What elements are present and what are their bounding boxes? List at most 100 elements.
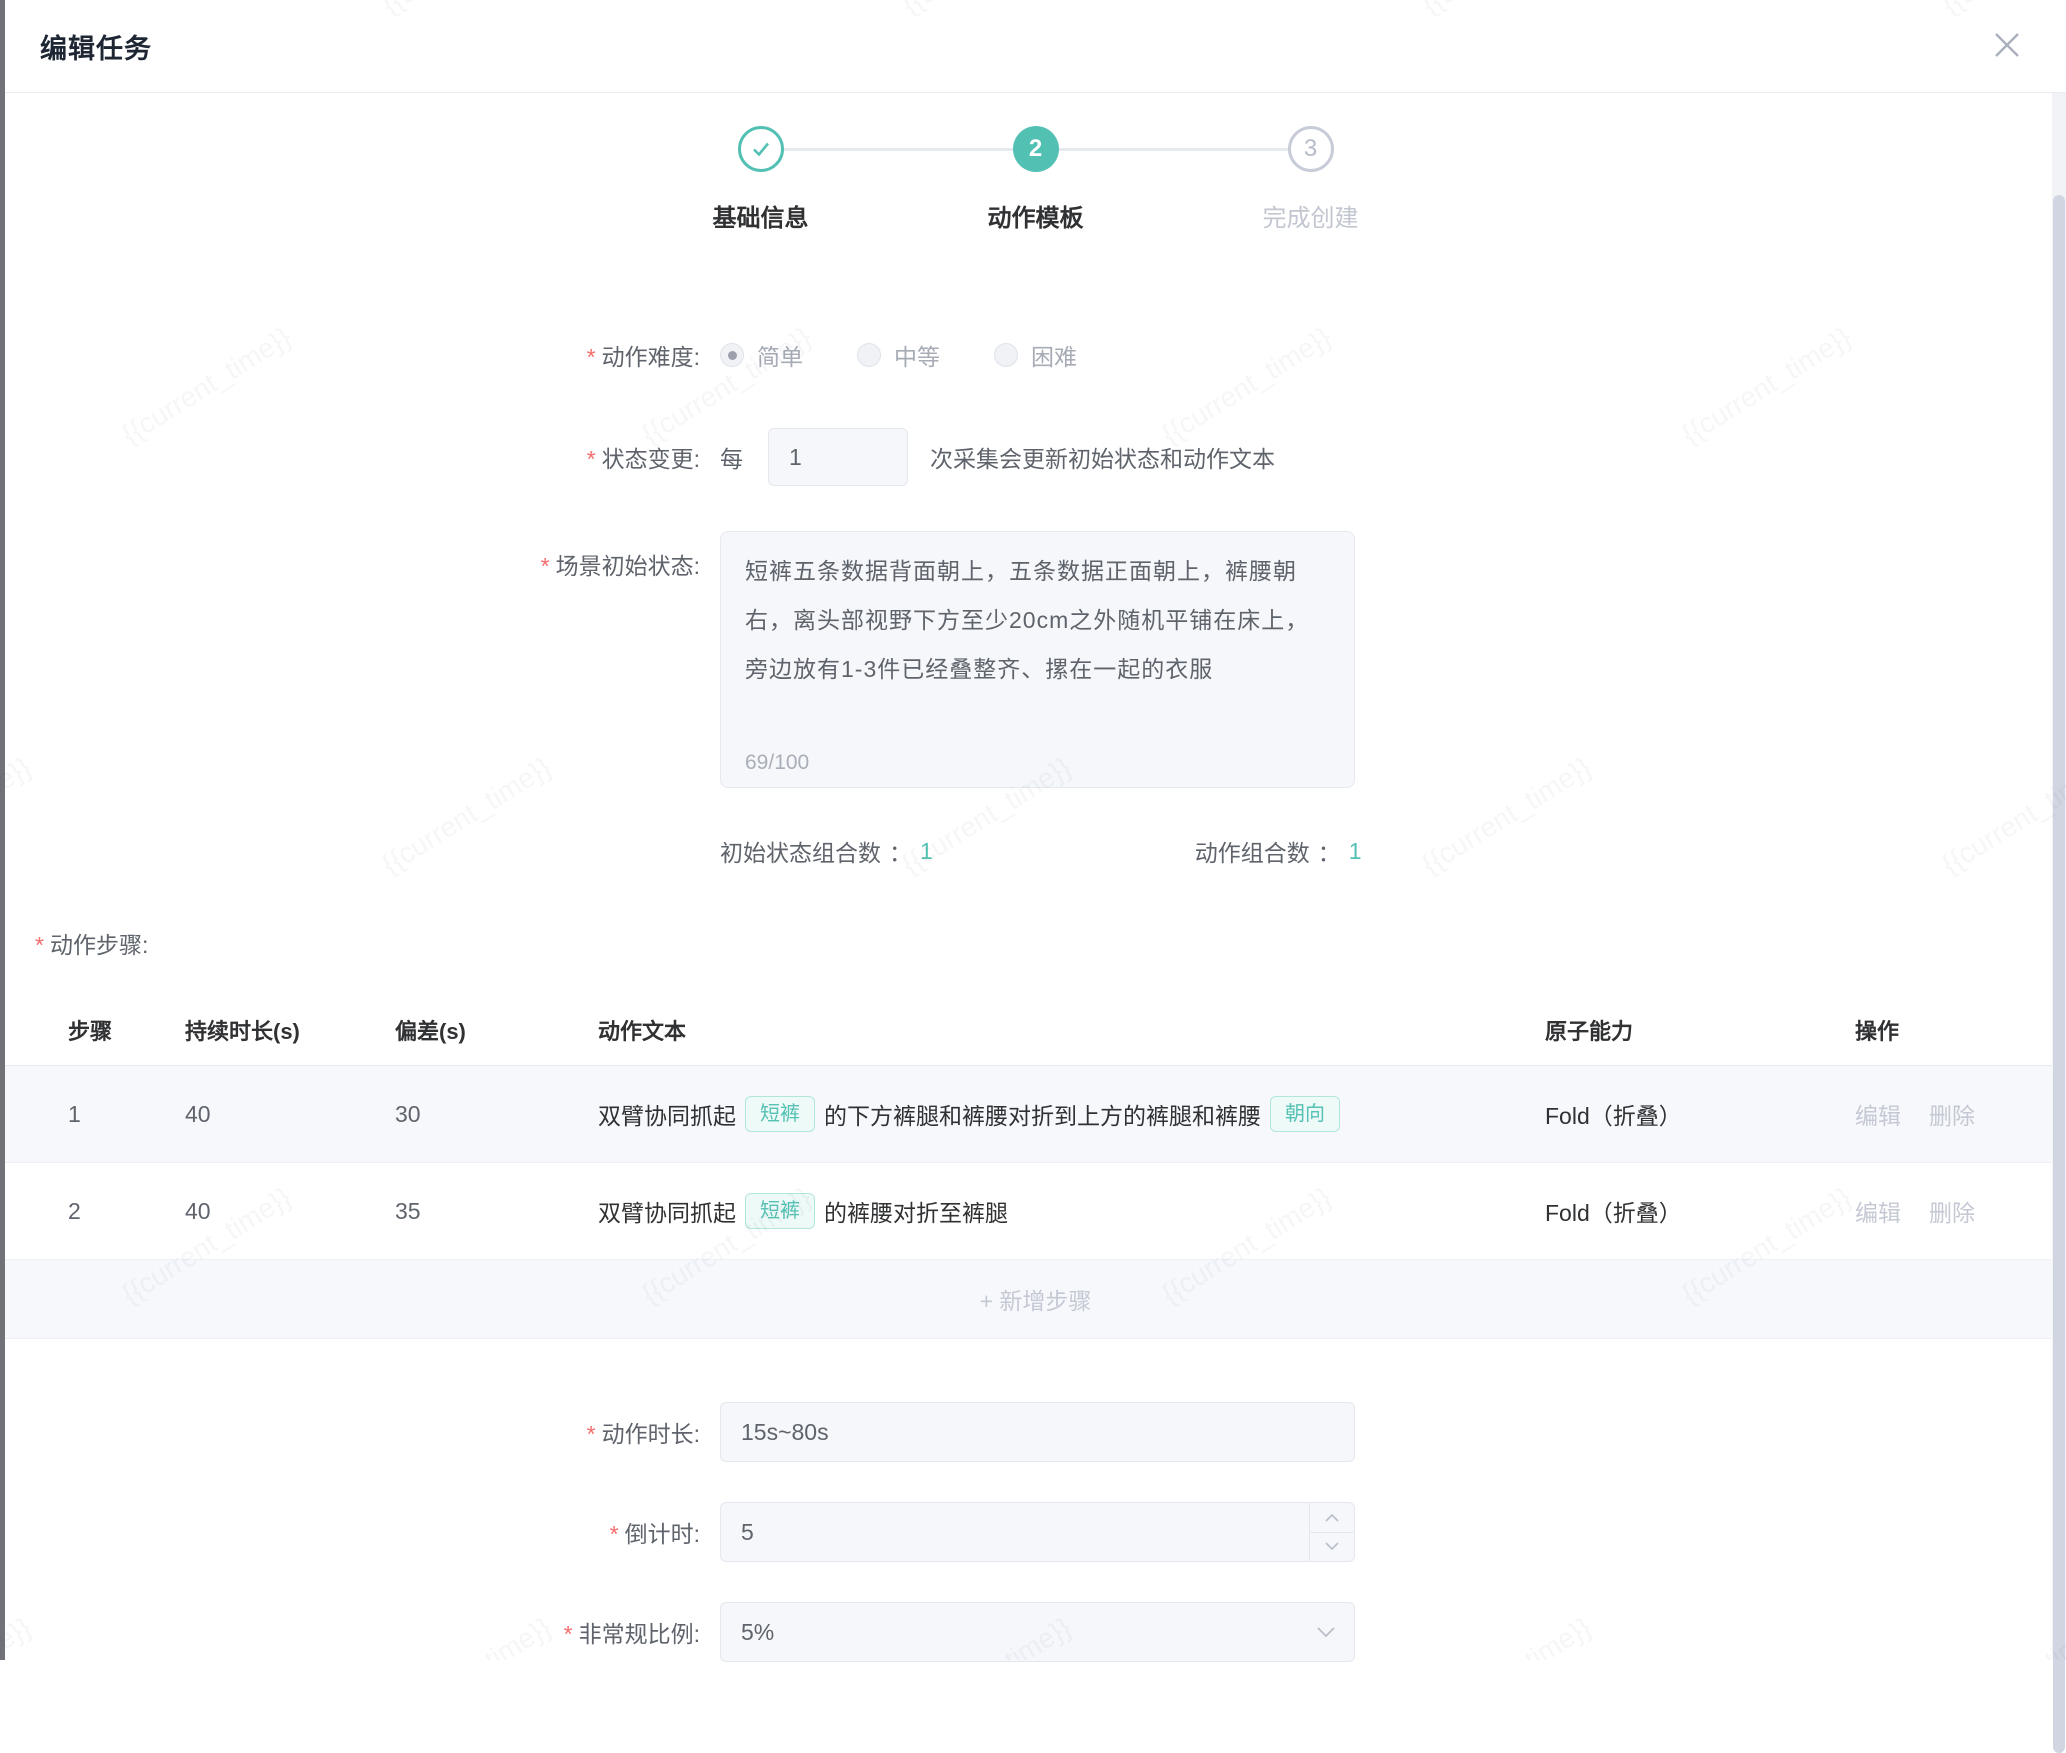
step-2-number: 2 bbox=[1029, 135, 1042, 163]
cell-duration: 40 bbox=[185, 1198, 395, 1225]
add-step-button[interactable]: + 新增步骤 bbox=[5, 1260, 2066, 1339]
action-steps-table: 步骤 持续时长(s) 偏差(s) 动作文本 原子能力 操作 14030双臂协同抓… bbox=[5, 994, 2066, 1339]
unusual-ratio-label: *非常规比例: bbox=[5, 1615, 700, 1649]
cell-step: 2 bbox=[68, 1198, 185, 1225]
difficulty-label: *动作难度: bbox=[5, 338, 700, 372]
cell-ops: 编辑 删除 bbox=[1855, 1097, 2046, 1131]
initial-combo-count: 初始状态组合数：1 bbox=[720, 834, 933, 868]
required-asterisk: * bbox=[587, 446, 596, 472]
step-connector bbox=[784, 148, 1013, 151]
step-1-label: 基础信息 bbox=[713, 198, 809, 233]
countdown-input[interactable]: 5 bbox=[720, 1502, 1355, 1562]
initial-state-label: *场景初始状态: bbox=[5, 531, 700, 581]
col-ability: 原子能力 bbox=[1545, 1014, 1855, 1046]
delete-link[interactable]: 删除 bbox=[1929, 1200, 1975, 1226]
delete-link[interactable]: 删除 bbox=[1929, 1103, 1975, 1129]
step-wizard: 2 3 基础信息 动作模板 完成创建 bbox=[5, 126, 2066, 230]
action-text-fragment: 双臂协同抓起 bbox=[598, 1097, 736, 1131]
initial-state-text: 短裤五条数据背面朝上，五条数据正面朝上，裤腰朝右，离头部视野下方至少20cm之外… bbox=[745, 547, 1330, 694]
action-text-fragment: 的裤腰对折至裤腿 bbox=[824, 1194, 1008, 1228]
required-asterisk: * bbox=[35, 932, 44, 958]
radio-icon[interactable] bbox=[857, 343, 881, 367]
table-row: 24035双臂协同抓起短裤的裤腰对折至裤腿 Fold（折叠）编辑 删除 bbox=[5, 1163, 2066, 1260]
modal-header: 编辑任务 bbox=[5, 0, 2066, 93]
action-steps-label: *动作步骤: bbox=[35, 926, 2066, 960]
col-ops: 操作 bbox=[1855, 1014, 2046, 1046]
required-asterisk: * bbox=[541, 553, 550, 579]
initial-combo-value: 1 bbox=[920, 838, 933, 865]
chevron-up-icon bbox=[1325, 1513, 1339, 1522]
check-icon bbox=[748, 136, 774, 162]
difficulty-radio-困难[interactable]: 困难 bbox=[994, 338, 1077, 372]
entity-tag: 朝向 bbox=[1270, 1096, 1340, 1132]
decrease-button[interactable] bbox=[1310, 1532, 1354, 1562]
char-counter: 69/100 bbox=[745, 751, 809, 775]
modal-title: 编辑任务 bbox=[40, 27, 152, 66]
step-3-circle: 3 bbox=[1288, 126, 1334, 172]
cell-offset: 30 bbox=[395, 1101, 598, 1128]
col-step: 步骤 bbox=[68, 1014, 185, 1046]
duration-input[interactable]: 15s~80s bbox=[720, 1402, 1355, 1462]
radio-icon[interactable] bbox=[720, 343, 744, 367]
required-asterisk: * bbox=[610, 1521, 619, 1547]
required-asterisk: * bbox=[587, 344, 596, 370]
cell-action-text: 双臂协同抓起短裤的下方裤腿和裤腰对折到上方的裤腿和裤腰朝向 bbox=[598, 1096, 1545, 1132]
unusual-ratio-row: *非常规比例: 5% bbox=[5, 1602, 2066, 1662]
table-header: 步骤 持续时长(s) 偏差(s) 动作文本 原子能力 操作 bbox=[5, 994, 2066, 1066]
table-row: 14030双臂协同抓起短裤的下方裤腿和裤腰对折到上方的裤腿和裤腰朝向Fold（折… bbox=[5, 1066, 2066, 1163]
countdown-label: *倒计时: bbox=[5, 1515, 700, 1549]
step-3-label: 完成创建 bbox=[1263, 198, 1359, 233]
difficulty-radio-中等[interactable]: 中等 bbox=[857, 338, 940, 372]
difficulty-radio-group: 简单 中等 困难 bbox=[720, 338, 1077, 372]
required-asterisk: * bbox=[587, 1421, 596, 1447]
col-offset: 偏差(s) bbox=[395, 1014, 598, 1046]
action-text-fragment: 的下方裤腿和裤腰对折到上方的裤腿和裤腰 bbox=[824, 1097, 1261, 1131]
initial-state-row: *场景初始状态: 短裤五条数据背面朝上，五条数据正面朝上，裤腰朝右，离头部视野下… bbox=[5, 531, 2066, 788]
increase-button[interactable] bbox=[1310, 1503, 1354, 1532]
col-action-text: 动作文本 bbox=[598, 1014, 1545, 1046]
radio-icon[interactable] bbox=[994, 343, 1018, 367]
state-change-suffix: 次采集会更新初始状态和动作文本 bbox=[930, 440, 1275, 474]
chevron-down-icon bbox=[1325, 1542, 1339, 1551]
required-asterisk: * bbox=[564, 1621, 573, 1647]
close-icon bbox=[1992, 30, 2022, 60]
chevron-down-icon bbox=[1316, 1626, 1336, 1638]
action-combo-count: 动作组合数：1 bbox=[1195, 834, 1362, 868]
scrollbar-track[interactable] bbox=[2052, 93, 2066, 1660]
cell-duration: 40 bbox=[185, 1101, 395, 1128]
cell-offset: 35 bbox=[395, 1198, 598, 1225]
combo-counts: 初始状态组合数：1 动作组合数：1 bbox=[720, 834, 2066, 868]
step-1-circle bbox=[738, 126, 784, 172]
state-change-prefix: 每 bbox=[720, 440, 743, 474]
entity-tag: 短裤 bbox=[745, 1096, 815, 1132]
countdown-row: *倒计时: 5 bbox=[5, 1502, 2066, 1562]
number-spinner bbox=[1309, 1503, 1354, 1561]
action-combo-value: 1 bbox=[1349, 838, 1362, 865]
step-3-number: 3 bbox=[1304, 135, 1317, 163]
edit-link[interactable]: 编辑 bbox=[1855, 1103, 1901, 1129]
step-connector bbox=[1059, 148, 1288, 151]
duration-row: *动作时长: 15s~80s bbox=[5, 1402, 2066, 1462]
difficulty-row: *动作难度: 简单 中等 困难 bbox=[5, 338, 2066, 372]
state-change-row: *状态变更: 每 1 次采集会更新初始状态和动作文本 bbox=[5, 428, 2066, 486]
action-text-fragment: 双臂协同抓起 bbox=[598, 1194, 736, 1228]
edit-task-modal: 编辑任务 2 3 基础信息 动作模板 bbox=[5, 0, 2066, 1660]
scrollbar-thumb[interactable] bbox=[2053, 195, 2065, 1753]
radio-label: 中等 bbox=[894, 338, 940, 372]
initial-state-textarea[interactable]: 短裤五条数据背面朝上，五条数据正面朝上，裤腰朝右，离头部视野下方至少20cm之外… bbox=[720, 531, 1355, 788]
entity-tag: 短裤 bbox=[745, 1193, 815, 1229]
radio-label: 简单 bbox=[757, 338, 803, 372]
difficulty-radio-简单[interactable]: 简单 bbox=[720, 338, 803, 372]
cell-step: 1 bbox=[68, 1101, 185, 1128]
state-change-label: *状态变更: bbox=[5, 440, 700, 474]
close-button[interactable] bbox=[1990, 28, 2024, 62]
state-change-input[interactable]: 1 bbox=[768, 428, 908, 486]
radio-label: 困难 bbox=[1031, 338, 1077, 372]
unusual-ratio-select[interactable]: 5% bbox=[720, 1602, 1355, 1662]
step-2-circle: 2 bbox=[1013, 126, 1059, 172]
step-2-label: 动作模板 bbox=[988, 198, 1084, 233]
edit-link[interactable]: 编辑 bbox=[1855, 1200, 1901, 1226]
cell-ops: 编辑 删除 bbox=[1855, 1194, 2046, 1228]
cell-ability: Fold（折叠） bbox=[1545, 1194, 1855, 1228]
cell-ability: Fold（折叠） bbox=[1545, 1097, 1855, 1131]
